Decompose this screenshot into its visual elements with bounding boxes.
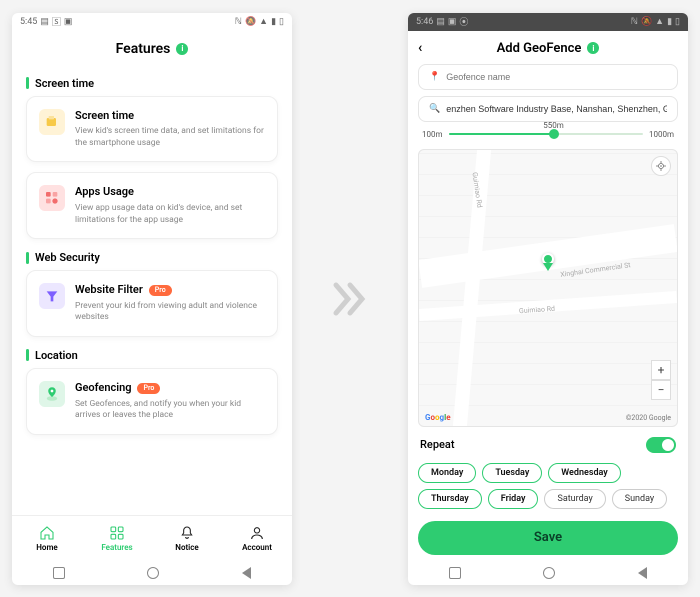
day-chips: Monday Tuesday Wednesday Thursday Friday… (418, 459, 678, 511)
page-title: Add GeoFence (497, 41, 582, 56)
slider-track[interactable]: 550m (449, 133, 643, 135)
nav-features[interactable]: Features (82, 516, 152, 561)
zoom-out-button[interactable]: − (651, 380, 671, 400)
back-key[interactable] (242, 567, 251, 579)
repeat-label: Repeat (420, 438, 454, 451)
radius-min: 100m (422, 130, 443, 139)
bottom-nav: Home Features Notice Account (12, 515, 292, 561)
section-marker-icon (26, 77, 29, 89)
notification-mute-icon: 🔕 (245, 17, 256, 27)
status-notification-icon: ▤ (436, 17, 445, 27)
day-tuesday[interactable]: Tuesday (482, 463, 542, 483)
home-key[interactable] (543, 567, 555, 579)
info-icon[interactable]: i (176, 43, 188, 55)
repeat-toggle[interactable] (646, 437, 676, 453)
nfc-icon: ℕ (235, 17, 242, 27)
recent-apps-key[interactable] (53, 567, 65, 579)
day-sunday[interactable]: Sunday (612, 489, 667, 509)
card-apps-usage[interactable]: Apps Usage View app usage data on kid's … (26, 172, 278, 239)
status-time: 5:46 (416, 17, 433, 27)
bell-icon (179, 525, 195, 541)
wifi-icon: ▲ (259, 16, 268, 27)
screen-time-icon (39, 109, 65, 135)
slider-thumb[interactable] (549, 129, 559, 139)
status-time: 5:45 (20, 17, 37, 27)
day-saturday[interactable]: Saturday (544, 489, 605, 509)
zoom-in-button[interactable]: + (651, 360, 671, 380)
nfc-icon: ℕ (631, 17, 638, 27)
battery-icon: ▯ (279, 17, 284, 27)
road-label: Guimiao Rd (519, 304, 555, 314)
crosshair-icon (655, 160, 667, 172)
repeat-row: Repeat (418, 433, 678, 453)
android-system-nav (12, 561, 292, 585)
section-web-security: Web Security (26, 251, 278, 264)
signal-icon: ▮ (667, 17, 672, 27)
map-brand: Google (425, 413, 451, 422)
features-screen: 5:45 ▤ 🅂 ▣ ℕ 🔕 ▲ ▮ ▯ Features i Screen t… (12, 13, 292, 585)
website-filter-icon (39, 283, 65, 309)
section-location: Location (26, 349, 278, 362)
section-screen-time: Screen time (26, 77, 278, 90)
pin-icon: 📍 (429, 72, 440, 82)
user-icon (249, 525, 265, 541)
day-thursday[interactable]: Thursday (418, 489, 482, 509)
status-bar: 5:45 ▤ 🅂 ▣ ℕ 🔕 ▲ ▮ ▯ (12, 13, 292, 31)
add-geofence-screen: 5:46 ▤ ▣ ⦿ ℕ 🔕 ▲ ▮ ▯ ‹ Add GeoFence i 📍 … (408, 13, 688, 585)
android-system-nav (408, 561, 688, 585)
page-title: Features (116, 41, 171, 57)
status-app-icon: ▣ (64, 17, 73, 27)
apps-usage-icon (39, 185, 65, 211)
features-icon (109, 525, 125, 541)
home-key[interactable] (147, 567, 159, 579)
status-location-icon: ⦿ (459, 15, 468, 28)
status-bar: 5:46 ▤ ▣ ⦿ ℕ 🔕 ▲ ▮ ▯ (408, 13, 688, 31)
signal-icon: ▮ (271, 17, 276, 27)
home-icon (39, 525, 55, 541)
zoom-controls: + − (651, 360, 671, 400)
map-view[interactable]: Guimiao Rd Xinghai Commercial St Guimiao… (418, 149, 678, 427)
map-copyright: ©2020 Google (626, 414, 671, 422)
status-app-icon: ▣ (448, 17, 457, 27)
battery-icon: ▯ (675, 17, 680, 27)
section-marker-icon (26, 349, 29, 361)
save-button[interactable]: Save (418, 521, 678, 555)
wifi-icon: ▲ (655, 16, 664, 27)
search-icon: 🔍 (429, 104, 440, 114)
map-pin-icon (542, 253, 554, 271)
pro-badge: Pro (137, 383, 160, 394)
geofencing-icon (39, 381, 65, 407)
day-monday[interactable]: Monday (418, 463, 476, 483)
geofence-name-input[interactable] (446, 72, 667, 82)
recenter-button[interactable] (651, 156, 671, 176)
card-geofencing[interactable]: Geofencing Pro Set Geofences, and notify… (26, 368, 278, 435)
status-app-icon: 🅂 (52, 15, 61, 28)
nav-notice[interactable]: Notice (152, 516, 222, 561)
nav-account[interactable]: Account (222, 516, 292, 561)
page-header: Features i (12, 31, 292, 65)
back-button[interactable]: ‹ (418, 40, 422, 56)
info-icon[interactable]: i (587, 42, 599, 54)
geofence-name-field[interactable]: 📍 (418, 64, 678, 90)
day-friday[interactable]: Friday (488, 489, 539, 509)
flow-arrow-icon (328, 279, 372, 319)
nav-home[interactable]: Home (12, 516, 82, 561)
card-screen-time[interactable]: Screen time View kid's screen time data,… (26, 96, 278, 163)
notification-mute-icon: 🔕 (641, 17, 652, 27)
features-list: Screen time Screen time View kid's scree… (12, 65, 292, 515)
back-key[interactable] (638, 567, 647, 579)
pro-badge: Pro (149, 285, 172, 296)
day-wednesday[interactable]: Wednesday (548, 463, 620, 483)
status-notification-icon: ▤ (40, 17, 49, 27)
recent-apps-key[interactable] (449, 567, 461, 579)
card-website-filter[interactable]: Website Filter Pro Prevent your kid from… (26, 270, 278, 337)
radius-max: 1000m (649, 130, 674, 139)
geofence-search-field[interactable]: 🔍 (418, 96, 678, 122)
geofence-search-input[interactable] (446, 104, 667, 114)
section-marker-icon (26, 252, 29, 264)
radius-slider[interactable]: 100m 550m 1000m (418, 128, 678, 143)
page-header: ‹ Add GeoFence i (408, 31, 688, 64)
